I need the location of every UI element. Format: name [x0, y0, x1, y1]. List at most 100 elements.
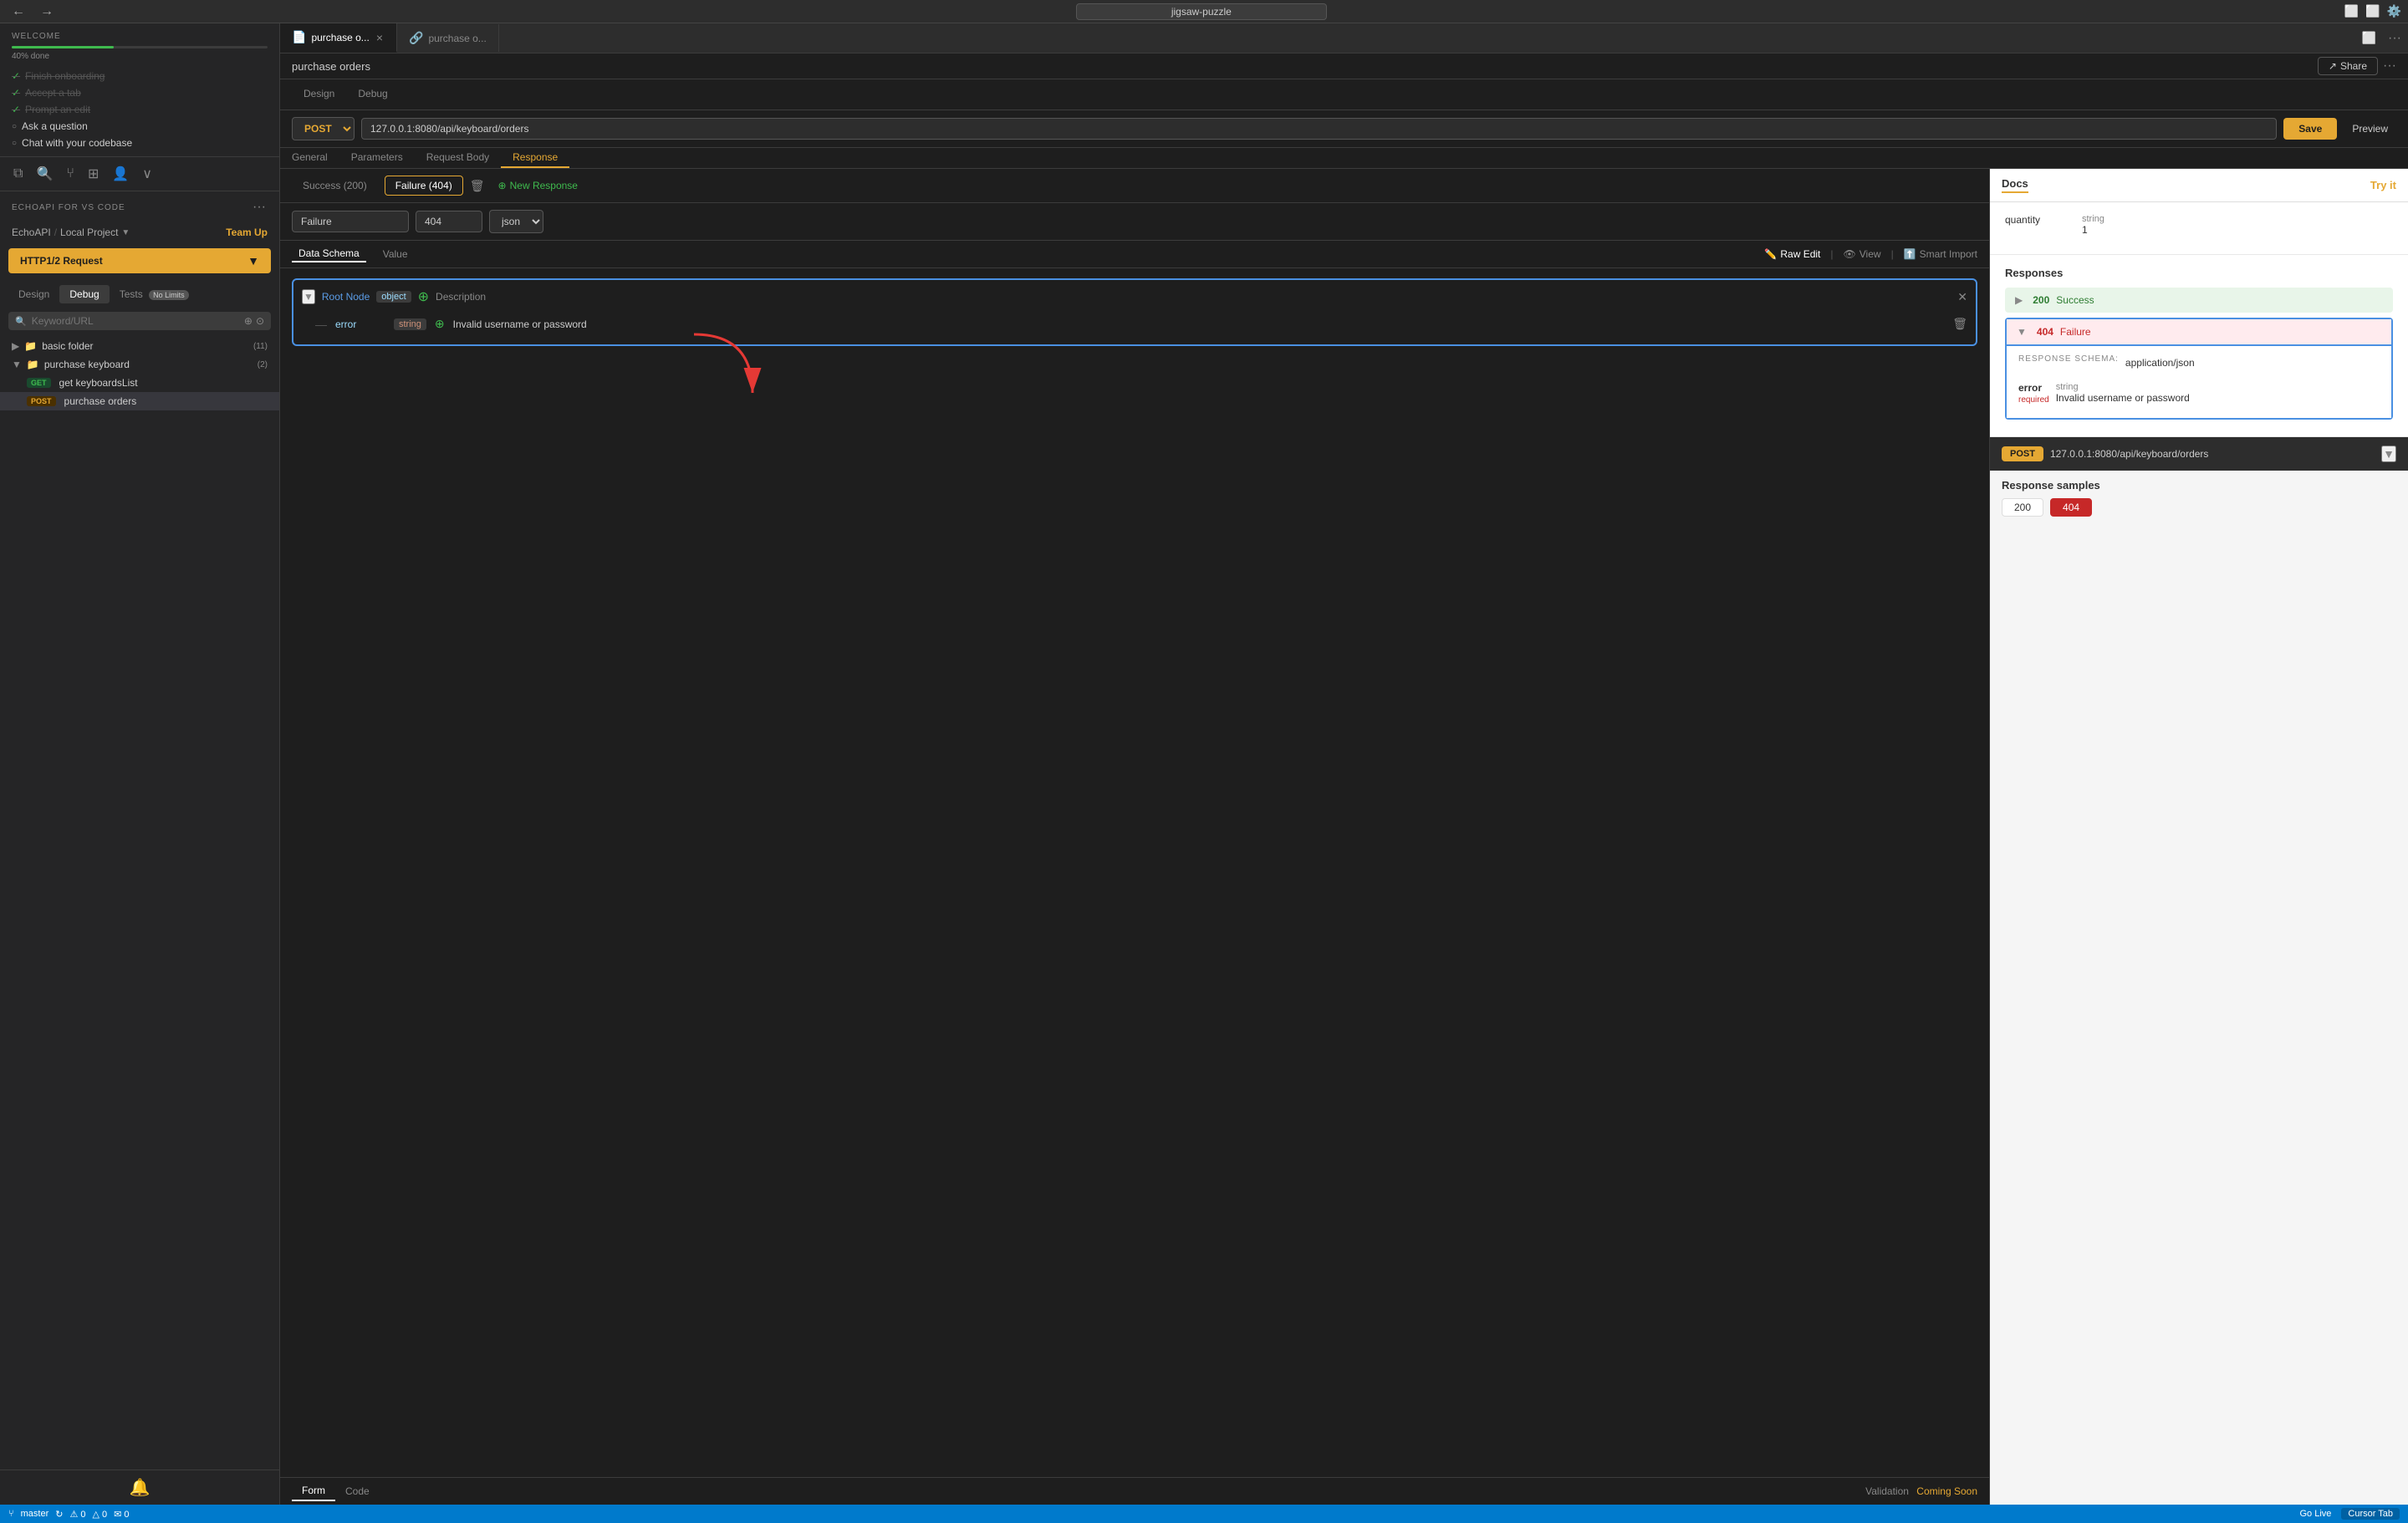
- response-code-input[interactable]: [416, 211, 482, 232]
- tab-request-body[interactable]: Request Body: [415, 148, 501, 168]
- settings-icon[interactable]: ⚙️: [2387, 4, 2401, 18]
- docs-error-type: string: [2056, 382, 2190, 392]
- add-field-btn[interactable]: ⊕: [435, 317, 445, 331]
- response-tab-200[interactable]: Success (200): [292, 176, 378, 196]
- add-search-btn[interactable]: ⊕: [244, 315, 253, 327]
- main-content: 📄 purchase o... × 🔗 purchase o... ⬜ ··· …: [280, 23, 2408, 1505]
- docs-tab-btn[interactable]: Docs: [2002, 177, 2028, 193]
- response-type-select[interactable]: json: [489, 210, 543, 233]
- tab-parameters[interactable]: Parameters: [339, 148, 415, 168]
- divider-2: |: [1891, 248, 1894, 260]
- request-tabs: Design Debug: [280, 79, 2408, 110]
- view-btn[interactable]: 👁 View: [1844, 248, 1881, 260]
- tab-general[interactable]: General: [280, 148, 339, 168]
- share-label: Share: [2340, 60, 2367, 72]
- search-icon-btn[interactable]: 🔍: [34, 164, 54, 184]
- schema-tab-value[interactable]: Value: [376, 247, 415, 262]
- search-input[interactable]: [32, 315, 239, 327]
- warning-count: △ 0: [93, 1509, 108, 1520]
- tab-label-2: purchase o...: [428, 33, 486, 44]
- section-actions: ···: [251, 198, 268, 216]
- branch-icon-btn[interactable]: ⑂: [64, 165, 76, 183]
- docs-response-200-code: 200: [2033, 294, 2049, 306]
- docs-response-404-code: 404: [2037, 326, 2053, 338]
- schema-field-row: — error string ⊕ Invalid username or pas…: [302, 312, 1967, 336]
- list-item-get-keyboards[interactable]: GET get keyboardsList: [0, 374, 279, 392]
- section-header: ECHOAPI FOR VS CODE ···: [0, 191, 279, 223]
- preview-button[interactable]: Preview: [2344, 118, 2396, 140]
- folder-basic-count: (11): [253, 342, 268, 351]
- error-count: ⚠ 0: [69, 1509, 85, 1520]
- schema-node-header: ▼ Root Node object ⊕ Description ✕: [302, 288, 1967, 305]
- docs-response-200-header[interactable]: ▶ 200 Success: [2005, 288, 2393, 313]
- raw-edit-btn[interactable]: ✏️ Raw Edit: [1764, 248, 1820, 260]
- more-options-page-btn[interactable]: ···: [2383, 59, 2396, 74]
- chevron-down-404: ▼: [2017, 326, 2027, 338]
- forward-button[interactable]: →: [35, 3, 59, 21]
- section-title: ECHOAPI FOR VS CODE: [12, 203, 125, 212]
- folder-purchase-label: purchase keyboard: [44, 359, 130, 370]
- docs-endpoint-expand-btn[interactable]: ▼: [2381, 446, 2396, 462]
- chevron-down-icon-btn[interactable]: ∨: [140, 164, 154, 184]
- response-tabs: Success (200) Failure (404) 🗑 ⊕ New Resp…: [280, 169, 1989, 203]
- docs-endpoint-bar: POST 127.0.0.1:8080/api/keyboard/orders …: [1990, 437, 2408, 471]
- docs-response-404-header[interactable]: ▼ 404 Failure: [2005, 318, 2393, 346]
- tab-response[interactable]: Response: [501, 148, 569, 168]
- split-layout-btn[interactable]: ⬜: [2362, 31, 2376, 46]
- tab-purchase-active[interactable]: 📄 purchase o... ×: [280, 23, 397, 53]
- go-live-btn[interactable]: Go Live: [2299, 1509, 2331, 1519]
- docs-error-field-name: error: [2018, 382, 2049, 394]
- url-bar[interactable]: [1076, 3, 1327, 20]
- person-icon-btn[interactable]: 👤: [110, 164, 130, 184]
- more-tabs-btn[interactable]: ···: [2388, 31, 2401, 46]
- more-options-btn[interactable]: ···: [251, 198, 268, 216]
- http-request-label: HTTP1/2 Request: [20, 255, 103, 267]
- folder-basic[interactable]: ▶ 📁 basic folder (11): [0, 337, 279, 355]
- field-name-error: error: [335, 318, 385, 330]
- url-input[interactable]: [361, 118, 2277, 140]
- form-tab[interactable]: Form: [292, 1481, 335, 1501]
- layout-icon-1[interactable]: ⬜: [2344, 4, 2359, 18]
- save-button[interactable]: Save: [2283, 118, 2337, 140]
- layout-icon-2[interactable]: ⬜: [2365, 4, 2380, 18]
- tab-design[interactable]: Design: [8, 285, 59, 303]
- back-button[interactable]: ←: [7, 3, 30, 21]
- response-tab-404[interactable]: Failure (404): [385, 176, 463, 196]
- docs-error-row: error required string Invalid username o…: [2018, 377, 2380, 410]
- copy-icon-btn[interactable]: ⧉: [12, 165, 24, 183]
- http-request-button[interactable]: HTTP1/2 Request ▼: [8, 248, 271, 273]
- tab-link-icon: 🔗: [409, 31, 423, 45]
- method-select[interactable]: POST: [292, 117, 355, 140]
- response-name-input[interactable]: [292, 211, 409, 232]
- tab-tests[interactable]: Tests No Limits: [110, 285, 199, 303]
- tab-close-btn[interactable]: ×: [375, 31, 385, 44]
- page-title-bar: purchase orders ↗ Share ···: [280, 53, 2408, 79]
- new-response-button[interactable]: ⊕ New Response: [498, 180, 578, 191]
- sample-tab-200[interactable]: 200: [2002, 498, 2043, 517]
- code-tab[interactable]: Code: [335, 1482, 380, 1500]
- smart-import-btn[interactable]: ⬆️ Smart Import: [1904, 248, 1977, 260]
- folder-purchase[interactable]: ▼ 📁 purchase keyboard (2): [0, 355, 279, 374]
- settings-search-btn[interactable]: ⊙: [256, 315, 264, 327]
- close-node-btn[interactable]: ✕: [1957, 290, 1967, 304]
- list-item-post-purchase[interactable]: POST purchase orders: [0, 392, 279, 410]
- breadcrumb-separator: /: [54, 227, 57, 238]
- request-tab-design[interactable]: Design: [292, 84, 346, 104]
- grid-icon-btn[interactable]: ⊞: [86, 164, 100, 184]
- sample-tab-404[interactable]: 404: [2050, 498, 2092, 517]
- share-button[interactable]: ↗ Share: [2318, 57, 2378, 75]
- schema-content: ▼ Root Node object ⊕ Description ✕ — err…: [280, 268, 1989, 1477]
- try-it-btn[interactable]: Try it: [2370, 179, 2396, 191]
- team-up-button[interactable]: Team Up: [226, 227, 268, 238]
- delete-response-btn[interactable]: 🗑: [470, 179, 485, 193]
- request-tab-debug[interactable]: Debug: [346, 84, 399, 104]
- tab-debug[interactable]: Debug: [59, 285, 109, 303]
- tab-purchase-2[interactable]: 🔗 purchase o...: [397, 24, 499, 52]
- checklist-item-5: ○ Chat with your codebase: [12, 135, 268, 151]
- expand-btn[interactable]: ▼: [302, 289, 315, 304]
- schema-tab-data[interactable]: Data Schema: [292, 246, 366, 262]
- chevron-right-icon: ▶: [12, 340, 19, 352]
- add-node-btn[interactable]: ⊕: [418, 288, 429, 305]
- welcome-section: WELCOME 40% done ✓ Finish onboarding ✓ A…: [0, 23, 279, 156]
- delete-field-btn[interactable]: 🗑: [1952, 317, 1967, 331]
